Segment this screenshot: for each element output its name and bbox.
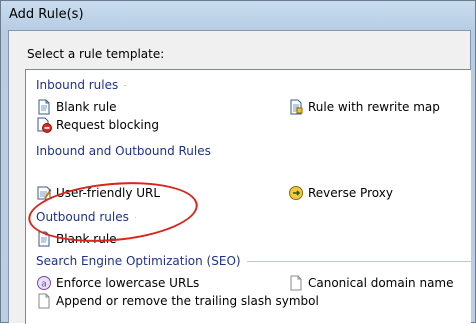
template-rule-with-rewrite-map[interactable]: Rule with rewrite map <box>288 98 440 116</box>
rewrite-map-icon <box>288 99 304 115</box>
group-divider <box>124 84 126 86</box>
group-header-label: Inbound and Outbound Rules <box>36 144 211 158</box>
blank-rule-icon <box>36 231 52 247</box>
template-outbound-blank-rule[interactable]: Blank rule <box>36 230 117 248</box>
add-rules-dialog: Add Rule(s) Select a rule template: Inbo… <box>0 0 476 324</box>
template-label: Append or remove the trailing slash symb… <box>56 294 319 308</box>
blank-rule-icon <box>36 99 52 115</box>
user-friendly-url-icon <box>36 185 52 201</box>
rule-template-list[interactable]: Inbound rules Blank rule Request blockin… <box>25 69 471 324</box>
template-label: Rule with rewrite map <box>308 100 440 114</box>
template-trailing-slash[interactable]: Append or remove the trailing slash symb… <box>36 292 319 310</box>
group-header-label: Inbound rules <box>36 78 119 92</box>
template-label: Reverse Proxy <box>308 186 393 200</box>
template-enforce-lowercase[interactable]: a Enforce lowercase URLs <box>36 274 199 292</box>
template-canonical-domain[interactable]: Canonical domain name <box>288 274 454 292</box>
group-divider <box>134 216 136 218</box>
template-inbound-blank-rule[interactable]: Blank rule <box>36 98 117 116</box>
title-bar[interactable]: Add Rule(s) <box>1 1 475 31</box>
document-icon <box>288 275 304 291</box>
template-label: Canonical domain name <box>308 276 454 290</box>
template-label: User-friendly URL <box>56 186 161 200</box>
template-prompt: Select a rule template: <box>27 47 165 61</box>
group-header-label: Outbound rules <box>36 210 129 224</box>
lowercase-icon: a <box>36 275 52 291</box>
template-label: Blank rule <box>56 100 117 114</box>
template-reverse-proxy[interactable]: Reverse Proxy <box>288 184 393 202</box>
group-divider <box>246 260 471 262</box>
group-header-outbound: Outbound rules <box>36 210 136 224</box>
reverse-proxy-icon <box>288 185 304 201</box>
document-icon <box>36 293 52 309</box>
template-label: Blank rule <box>56 232 117 246</box>
dialog-body: Select a rule template: Inbound rules Bl… <box>8 30 471 324</box>
template-label: Enforce lowercase URLs <box>56 276 200 290</box>
group-header-inbound: Inbound rules <box>36 78 126 92</box>
request-blocking-icon <box>36 117 52 133</box>
template-label: Request blocking <box>56 118 159 132</box>
template-request-blocking[interactable]: Request blocking <box>36 116 159 134</box>
dialog-title: Add Rule(s) <box>9 7 84 22</box>
svg-text:a: a <box>41 280 47 290</box>
group-header-label: Search Engine Optimization (SEO) <box>36 254 241 268</box>
group-header-seo: Search Engine Optimization (SEO) <box>36 254 471 268</box>
template-user-friendly-url[interactable]: User-friendly URL <box>36 184 160 202</box>
group-header-inbound-outbound: Inbound and Outbound Rules <box>36 144 211 158</box>
